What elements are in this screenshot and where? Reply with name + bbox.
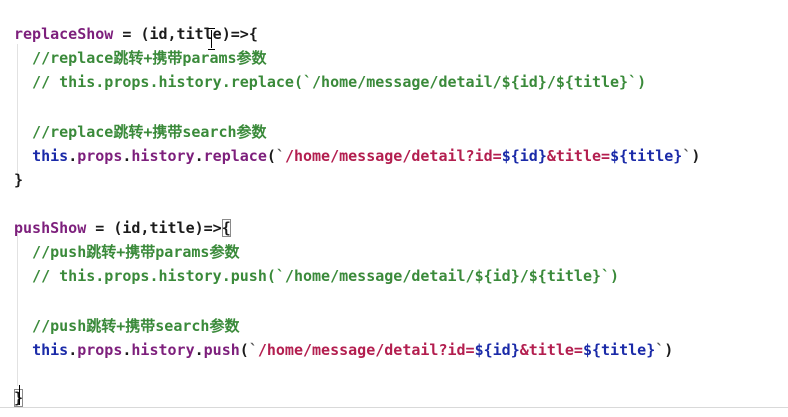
code-line[interactable]: //replace跳转+携带search参数 <box>14 120 267 144</box>
code-line[interactable]: } <box>14 168 23 192</box>
code-token: } <box>673 147 683 165</box>
code-line[interactable]: pushShow = (id,title)=>{ <box>14 216 231 240</box>
code-token: &title= <box>546 147 611 165</box>
code-token: (id,title) <box>113 219 204 237</box>
code-token: ` <box>275 147 285 165</box>
code-token: ${ <box>610 147 629 165</box>
code-token: // this.props.history.push(`/home/messag… <box>14 267 620 285</box>
code-token: ` <box>248 341 258 359</box>
code-line[interactable]: replaceShow = (id,title)=>{ <box>14 22 258 46</box>
code-token: props <box>77 341 123 359</box>
code-line[interactable]: //push跳转+携带params参数 <box>14 240 239 264</box>
code-token: push <box>203 341 240 359</box>
code-token: /home/message/detail?id= <box>284 147 502 165</box>
code-editor[interactable]: replaceShow = (id,title)=>{ //replace跳转+… <box>0 0 788 417</box>
code-token: => <box>203 219 222 237</box>
code-token: } <box>510 341 520 359</box>
code-token: } <box>646 341 656 359</box>
code-line[interactable]: //replace跳转+携带params参数 <box>14 46 267 70</box>
code-token: replace <box>203 147 267 165</box>
code-token: = <box>113 25 141 43</box>
code-token: ` <box>682 147 692 165</box>
code-token: (id,title) <box>140 25 231 43</box>
code-token: history <box>131 147 195 165</box>
code-token: id <box>519 147 538 165</box>
code-line[interactable]: this.props.history.push(`/home/message/d… <box>14 338 673 362</box>
code-token: { <box>221 219 231 237</box>
code-token: } <box>537 147 547 165</box>
code-line[interactable]: this.props.history.replace(`/home/messag… <box>14 144 700 168</box>
code-token: { <box>248 25 258 43</box>
code-line[interactable]: // this.props.history.replace(`/home/mes… <box>14 70 646 94</box>
code-token: ) <box>691 147 701 165</box>
code-token: . <box>68 341 78 359</box>
code-token: ( <box>239 341 249 359</box>
code-token: // this.props.history.replace(`/home/mes… <box>14 73 647 91</box>
code-token: = <box>86 219 114 237</box>
code-token: . <box>68 147 78 165</box>
text-caret <box>19 385 20 405</box>
code-token: id <box>492 341 511 359</box>
code-token: ${ <box>474 341 493 359</box>
code-token: //replace跳转+携带search参数 <box>14 123 267 141</box>
code-token: . <box>194 147 204 165</box>
code-token: history <box>131 341 195 359</box>
code-token: ${ <box>501 147 520 165</box>
code-line[interactable]: // this.props.history.push(`/home/messag… <box>14 264 619 288</box>
code-token: this <box>32 147 69 165</box>
code-line[interactable]: //push跳转+携带search参数 <box>14 314 239 338</box>
ibeam-cursor-icon <box>208 28 215 50</box>
code-token: pushShow <box>14 219 87 237</box>
code-token: //push跳转+携带params参数 <box>14 243 240 261</box>
code-token: title <box>601 341 647 359</box>
code-token: title <box>628 147 674 165</box>
code-token: } <box>14 171 24 189</box>
divider <box>0 407 788 408</box>
code-token: //push跳转+携带search参数 <box>14 317 240 335</box>
code-token: //replace跳转+携带params参数 <box>14 49 267 67</box>
code-token: ) <box>664 341 674 359</box>
code-token: . <box>194 341 204 359</box>
code-token: /home/message/detail?id= <box>257 341 475 359</box>
code-token: ${ <box>582 341 602 359</box>
code-token: replaceShow <box>14 25 114 43</box>
code-token: ` <box>655 341 665 359</box>
code-token: ( <box>266 147 276 165</box>
code-token: this <box>32 341 69 359</box>
code-token: &title= <box>519 341 583 359</box>
code-token: props <box>77 147 123 165</box>
code-token: => <box>230 25 249 43</box>
